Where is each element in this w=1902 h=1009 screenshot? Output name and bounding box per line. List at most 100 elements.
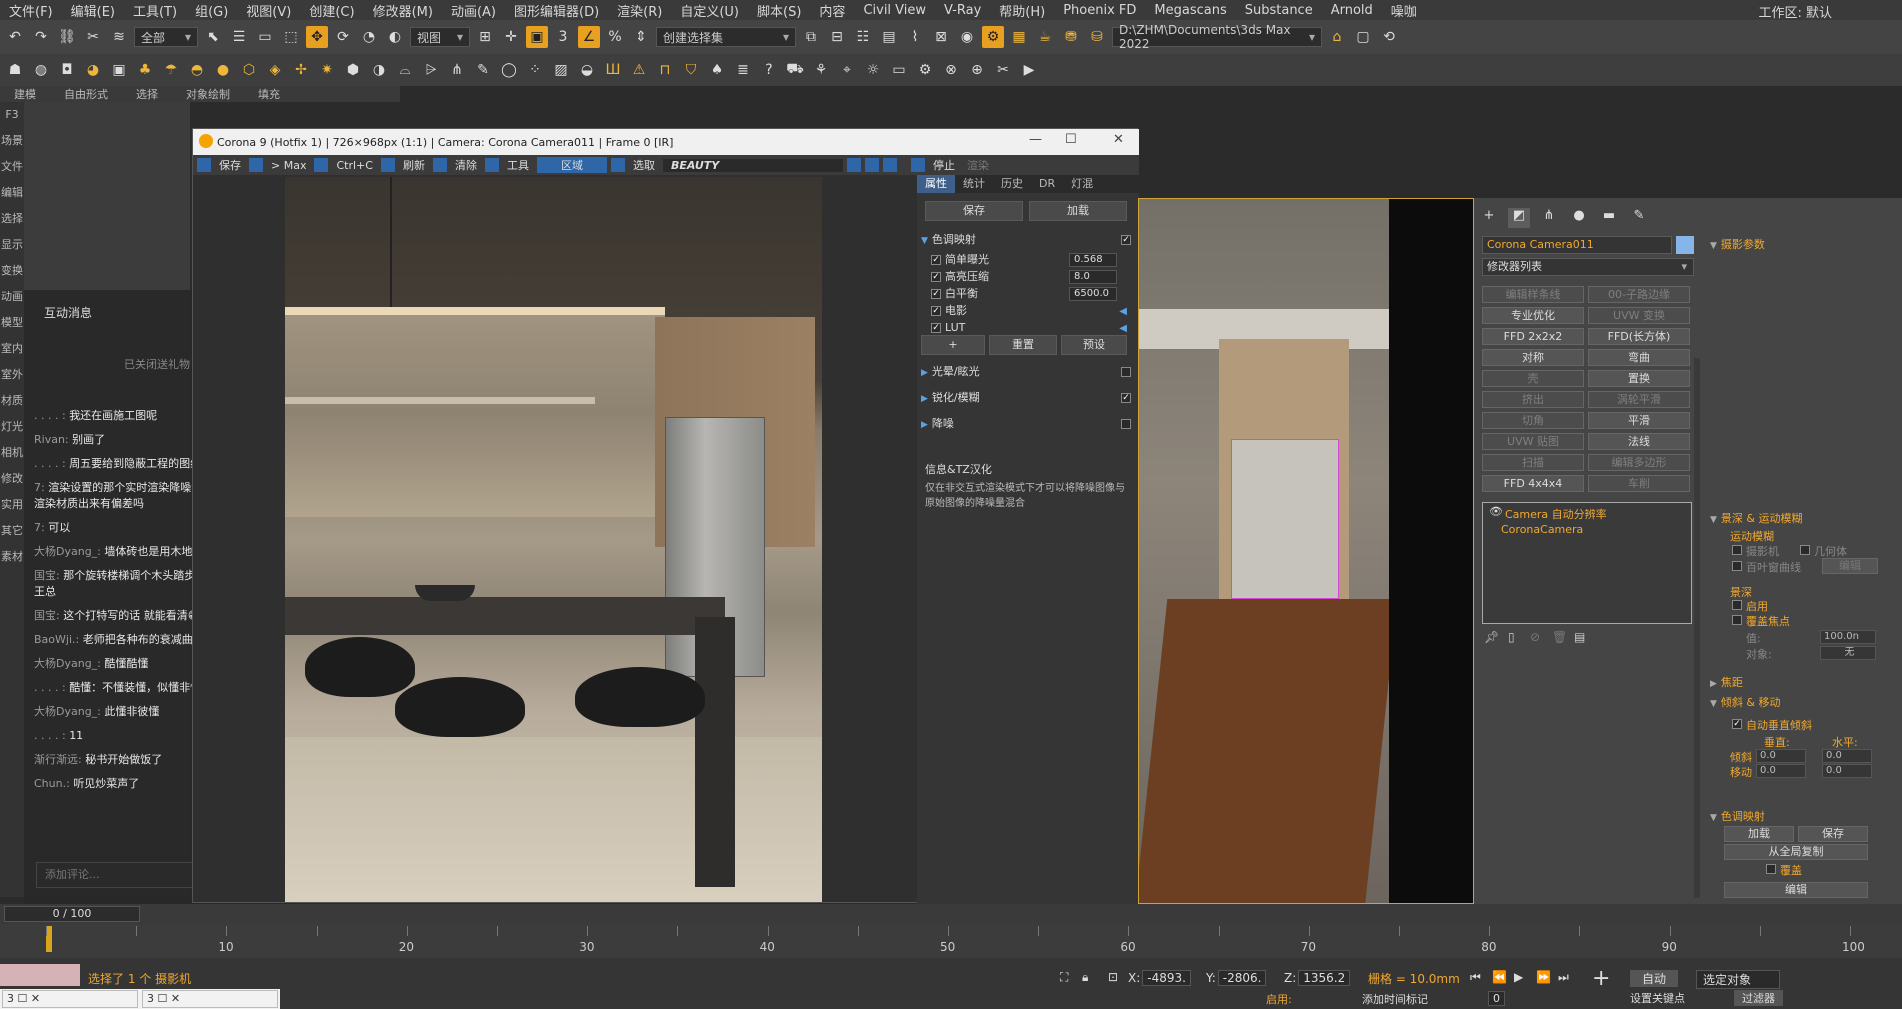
menu-item[interactable]: 内容 (810, 1, 854, 20)
modifier-button[interactable]: 车削 (1588, 475, 1690, 492)
half-sphere-icon[interactable]: ◓ (186, 59, 208, 81)
abs-mode-icon[interactable]: ⊡ (1108, 970, 1118, 984)
prev-frame-icon[interactable]: ⏪ (1492, 970, 1507, 984)
select-scale-icon[interactable]: ◔ (358, 26, 380, 48)
save-icon[interactable] (197, 158, 211, 172)
camera-viewport[interactable] (1138, 198, 1474, 904)
teapot-icon[interactable]: ☗ (4, 59, 26, 81)
cat-icon[interactable]: ⚘ (810, 59, 832, 81)
keyboard-shortcut-icon[interactable]: ▣ (526, 26, 548, 48)
cp-load-button[interactable]: 加载 (1724, 826, 1794, 842)
snaps-toggle-icon[interactable]: 3 (552, 26, 574, 48)
select-object-icon[interactable]: ⬉ (202, 26, 224, 48)
placement-icon[interactable]: ◐ (384, 26, 406, 48)
modifier-button[interactable]: 平滑 (1588, 412, 1690, 429)
vfb-save-button[interactable]: 保存 (215, 157, 245, 173)
light-icon[interactable]: ◕ (82, 59, 104, 81)
key-filter-select[interactable]: 选定对象 (1696, 970, 1780, 989)
quick-panel-item[interactable]: 材质 (0, 388, 24, 414)
help-icon[interactable]: ? (758, 59, 780, 81)
dome-icon[interactable]: ⌓ (394, 59, 416, 81)
select-move-icon[interactable]: ✥ (306, 26, 328, 48)
make-unique-icon[interactable]: ⊘ (1530, 630, 1540, 644)
workspace-label[interactable]: 工作区: 默认 (1758, 2, 1832, 21)
frame-icon[interactable]: ⊓ (654, 59, 676, 81)
maxscript-listener[interactable] (0, 964, 80, 986)
unlink-icon[interactable]: ✂ (82, 26, 104, 48)
go-to-end-icon[interactable]: ⏭ (1558, 970, 1569, 985)
ribbon-tab[interactable]: 选择 (122, 86, 172, 102)
tone-mapping-section[interactable]: ▼ 色调映射 (921, 231, 1135, 249)
spinner-snap-icon[interactable]: ⇕ (630, 26, 652, 48)
bloom-glare-checkbox[interactable] (1121, 367, 1131, 377)
show-end-result-icon[interactable]: ▯ (1508, 630, 1515, 644)
time-slider[interactable]: 0 / 100 (4, 906, 140, 922)
select-manipulate-icon[interactable]: ✛ (500, 26, 522, 48)
key-filters-button[interactable]: 过滤器 (1734, 990, 1783, 1006)
ribbon-tab[interactable]: 建模 (0, 86, 50, 102)
focus-rollout[interactable]: ▶ 焦距 (1710, 674, 1743, 690)
quick-panel-item[interactable]: 选择 (0, 206, 24, 232)
utilities-tab-icon[interactable]: ✎ (1628, 208, 1650, 228)
quick-panel-item[interactable]: F3 (0, 102, 24, 128)
set-key-button[interactable]: 设置关键点 (1630, 990, 1685, 1006)
stack-item-corona-camera[interactable]: CoronaCamera (1501, 523, 1583, 536)
copy-from-global-button[interactable]: 从全局复制 (1724, 844, 1868, 860)
remove-modifier-icon[interactable]: 🗑︎ (1552, 630, 1567, 644)
tone-param-checkbox[interactable]: ✓ (931, 323, 941, 333)
command-panel-scrollbar[interactable] (1694, 358, 1700, 898)
modifier-stack[interactable]: 👁︎ Camera 自动分辨率 CoronaCamera (1482, 502, 1692, 624)
modifier-button[interactable]: 扫描 (1482, 454, 1584, 471)
menu-item[interactable]: Megascans (1145, 3, 1235, 18)
isolate-icon[interactable]: ⛶ (1060, 970, 1068, 985)
quick-panel-item[interactable]: 灯光 (0, 414, 24, 440)
modifier-button[interactable]: 编辑多边形 (1588, 454, 1690, 471)
grass-icon[interactable]: ⋔ (446, 59, 468, 81)
monitor-icon[interactable]: ▭ (888, 59, 910, 81)
select-by-name-icon[interactable]: ☰ (228, 26, 250, 48)
menu-item[interactable]: 脚本(S) (748, 1, 810, 20)
vfb-panel-tab[interactable]: DR (1031, 175, 1063, 193)
gem-icon[interactable]: ◈ (264, 59, 286, 81)
menu-item[interactable]: 创建(C) (300, 1, 363, 20)
mb-camera-checkbox[interactable] (1732, 545, 1742, 555)
tone-param-checkbox[interactable]: ✓ (931, 289, 941, 299)
menu-item[interactable]: Arnold (1322, 3, 1382, 18)
plant-icon[interactable]: ♣ (134, 59, 156, 81)
shift-vertical-field[interactable]: 0.0 (1756, 764, 1806, 778)
tools-icon[interactable] (484, 158, 499, 172)
sun-icon[interactable]: ✷ (316, 59, 338, 81)
play-icon[interactable]: ▶ (1018, 59, 1040, 81)
zoom-fit-icon[interactable] (882, 158, 897, 172)
box-icon[interactable]: ⬢ (342, 59, 364, 81)
modifier-button[interactable]: 切角 (1482, 412, 1584, 429)
bulb-icon[interactable]: ☼ (862, 59, 884, 81)
dof-target-field[interactable]: 无 (1820, 646, 1876, 660)
car-icon[interactable]: ⛟ (784, 59, 806, 81)
eye-icon[interactable]: 👁︎ (1489, 505, 1503, 518)
material-editor-icon[interactable]: ◉ (956, 26, 978, 48)
mirror-icon[interactable]: ⧉ (800, 26, 822, 48)
ribbon-tab[interactable]: 自由形式 (50, 86, 122, 102)
quick-panel-item[interactable]: 素材 (0, 544, 24, 570)
menu-item[interactable]: 动画(A) (442, 1, 505, 20)
render-production-icon[interactable]: ⛃ (1060, 26, 1082, 48)
modifier-button[interactable]: 置换 (1588, 370, 1690, 387)
menu-item[interactable]: V-Ray (935, 3, 990, 18)
quick-panel-item[interactable]: 场景 (0, 128, 24, 154)
quick-panel-item[interactable]: 文件 (0, 154, 24, 180)
object-color-swatch[interactable] (1676, 236, 1694, 254)
hierarchy-tab-icon[interactable]: ⋔ (1538, 208, 1560, 228)
zoom-out-icon[interactable] (864, 158, 879, 172)
vfb-refresh-button[interactable]: 刷新 (399, 157, 429, 173)
pivot-icon[interactable]: ✢ (290, 59, 312, 81)
vfb-panel-tab[interactable]: 统计 (955, 175, 993, 193)
pivot-center-icon[interactable]: ⊞ (474, 26, 496, 48)
named-selection-sets-select[interactable]: 创建选择集 (656, 27, 796, 47)
menu-item[interactable]: Phoenix FD (1054, 3, 1145, 18)
auto-key-button[interactable]: 自动 (1630, 970, 1679, 987)
menu-item[interactable]: 编辑(E) (62, 1, 124, 20)
scene-explorer-icon[interactable]: ▤ (878, 26, 900, 48)
tilt-vertical-field[interactable]: 0.0 (1756, 749, 1806, 763)
render-frame-icon[interactable]: ▦ (1008, 26, 1030, 48)
